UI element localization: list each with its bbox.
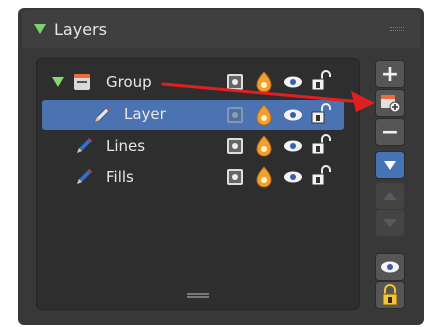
annotation-arrow — [161, 82, 375, 112]
